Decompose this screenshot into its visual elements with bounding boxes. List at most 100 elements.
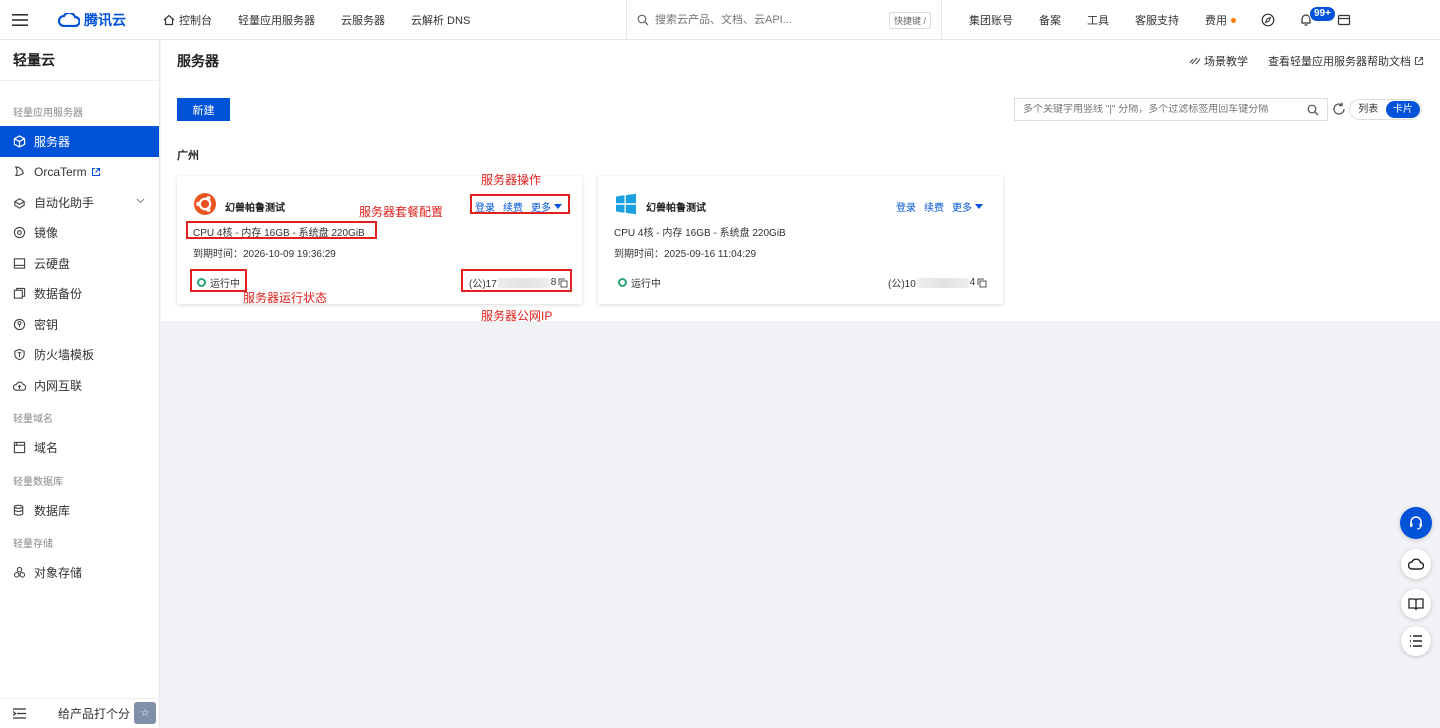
headset-icon [1410, 516, 1422, 530]
server-spec: CPU 4核 - 内存 16GB - 系统盘 220GiB [614, 228, 786, 239]
running-status-icon [618, 278, 627, 287]
sidebar-item-orcaterm[interactable]: OrcaTerm [0, 157, 159, 188]
annotation-box-spec [186, 221, 377, 239]
view-toggle: 列表 卡片 [1349, 99, 1422, 120]
billing-dot [1231, 17, 1236, 23]
nav-tools[interactable]: 工具 [1074, 0, 1122, 40]
nav-cvm[interactable]: 云服务器 [328, 0, 398, 40]
ip-mask [916, 277, 969, 288]
search-icon [637, 14, 649, 26]
global-search[interactable]: 快捷键 / [626, 0, 942, 40]
book-icon [1408, 598, 1424, 611]
external-link-icon [1414, 56, 1424, 65]
list-icon [1410, 635, 1422, 647]
disc-icon [13, 227, 26, 239]
collapse-menu-icon[interactable] [13, 708, 26, 719]
sidebar-item-automation[interactable]: 自动化助手 [0, 187, 159, 218]
renew-link[interactable]: 续费 [924, 199, 944, 214]
top-navbar: 腾讯云 控制台 轻量应用服务器 云服务器 云解析 DNS 快捷键 / 集团账号 … [0, 0, 1440, 40]
list-settings-button[interactable] [1401, 626, 1431, 656]
status-badge: 运行中 [618, 275, 661, 290]
windows-icon [616, 193, 636, 215]
sidebar-item-domain[interactable]: 域名 [0, 433, 159, 464]
page-title: 服务器 [177, 52, 219, 69]
external-link-icon [91, 167, 100, 176]
filter-input[interactable] [1023, 104, 1307, 115]
disk-icon [13, 258, 26, 269]
page-header: 服务器 场景教学 查看轻量应用服务器帮助文档 [161, 40, 1440, 81]
ubuntu-icon [194, 193, 216, 215]
section-label: 轻量域名 [13, 414, 53, 425]
sidebar-item-database[interactable]: 数据库 [0, 495, 159, 526]
nav-lighthouse[interactable]: 轻量应用服务器 [225, 0, 328, 40]
section-label: 轻量应用服务器 [13, 107, 83, 119]
login-link[interactable]: 登录 [896, 199, 916, 214]
nav-icp[interactable]: 备案 [1026, 0, 1074, 40]
assistant-icon [13, 197, 26, 209]
home-icon [163, 14, 175, 25]
annotation-actions-label: 服务器操作 [481, 173, 542, 187]
search-input[interactable] [655, 14, 883, 26]
annotation-box-actions [470, 194, 570, 214]
public-ip: (公)10 4 [888, 275, 987, 290]
more-dropdown[interactable]: 更多 [952, 199, 983, 214]
cloud-icon [1408, 558, 1424, 570]
orca-icon [14, 166, 24, 177]
account-card-icon[interactable] [1331, 0, 1357, 40]
search-icon[interactable] [1307, 104, 1319, 116]
compass-icon[interactable] [1255, 0, 1281, 40]
nav-dns[interactable]: 云解析 DNS [398, 0, 483, 40]
sidebar-title: 轻量云 [0, 40, 159, 81]
backup-icon [13, 288, 26, 299]
nav-support[interactable]: 客服支持 [1122, 0, 1192, 40]
sidebar-footer: 给产品打个分 ☆ [0, 698, 160, 728]
bell-icon[interactable]: 99+ [1293, 0, 1336, 40]
sidebar-item-disks[interactable]: 云硬盘 [0, 248, 159, 279]
view-card-button[interactable]: 卡片 [1385, 101, 1420, 118]
sidebar-item-keys[interactable]: 密钥 [0, 309, 159, 340]
annotation-ip-label: 服务器公网IP [481, 309, 553, 323]
server-name: 幻兽帕鲁测试 [646, 203, 706, 214]
sidebar-item-firewall[interactable]: 防火墙模板 [0, 340, 159, 371]
new-server-button[interactable]: 新建 [177, 98, 230, 121]
annotation-spec-label: 服务器套餐配置 [359, 205, 444, 219]
sidebar-item-servers[interactable]: 服务器 [0, 126, 159, 157]
star-icon: ☆ [134, 702, 157, 724]
sidebar-item-network[interactable]: 内网互联 [0, 370, 159, 401]
cloud-assistant-button[interactable] [1401, 549, 1431, 579]
link-icon [1189, 57, 1201, 64]
storage-icon [13, 567, 26, 578]
sidebar-item-object-storage[interactable]: 对象存储 [0, 558, 159, 589]
server-name: 幻兽帕鲁测试 [225, 203, 285, 214]
section-label: 轻量存储 [13, 539, 53, 550]
nav-billing[interactable]: 费用 [1192, 0, 1249, 40]
nav-group-account[interactable]: 集团账号 [956, 0, 1026, 40]
nav-console[interactable]: 控制台 [150, 0, 225, 40]
menu-icon[interactable] [0, 0, 40, 40]
brand-name: 腾讯云 [84, 11, 126, 28]
filter-box[interactable] [1014, 98, 1328, 121]
scenario-tutorial-link[interactable]: 场景教学 [1189, 53, 1248, 69]
caret-down-icon [975, 204, 983, 209]
server-card[interactable]: 幻兽帕鲁测试 登录 续费 更多 CPU 4核 - 内存 16GB - 系统盘 2… [598, 176, 1003, 304]
domain-icon [13, 442, 26, 454]
sidebar-item-backup[interactable]: 数据备份 [0, 279, 159, 310]
expire-time: 到期时间：2025-09-16 11:04:29 [614, 249, 757, 260]
network-icon [13, 381, 26, 391]
annotation-box-status [190, 269, 247, 292]
help-docs-link[interactable]: 查看轻量应用服务器帮助文档 [1268, 53, 1424, 69]
refresh-icon[interactable] [1331, 101, 1347, 117]
sidebar-item-images[interactable]: 镜像 [0, 218, 159, 249]
customer-service-button[interactable] [1400, 507, 1432, 539]
shield-icon [14, 349, 25, 361]
database-icon [13, 504, 24, 516]
view-list-button[interactable]: 列表 [1351, 101, 1386, 118]
cube-icon [13, 134, 26, 148]
region-label: 广州 [177, 150, 199, 162]
sidebar: 轻量云 轻量应用服务器 服务器 OrcaTerm 自动化助手 镜像 云硬盘 数据… [0, 40, 160, 728]
section-label: 轻量数据库 [13, 476, 63, 488]
rate-product-button[interactable]: 给产品打个分 ☆ [58, 700, 157, 726]
docs-button[interactable] [1401, 589, 1431, 619]
brand-logo[interactable]: 腾讯云 [58, 10, 126, 30]
copy-icon[interactable] [977, 278, 987, 288]
